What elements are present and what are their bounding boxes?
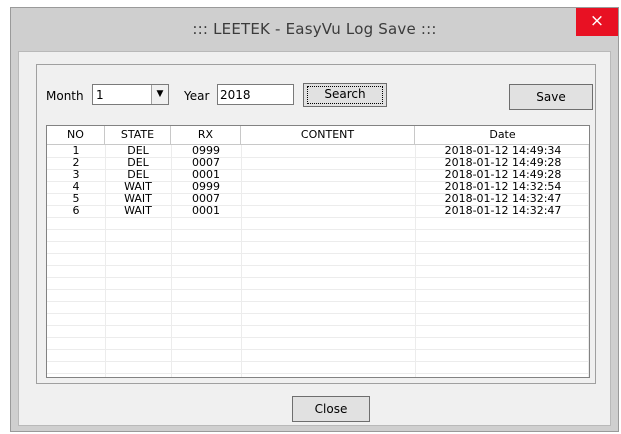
row-gridline [47,361,589,362]
row-gridline [47,325,589,326]
row-gridline [47,289,589,290]
row-gridline [47,337,589,338]
month-select[interactable]: 1 ▼ [92,84,169,105]
search-button[interactable]: Search [303,83,387,107]
cell-content [241,169,415,181]
search-button-label: Search [324,87,366,101]
year-label: Year [184,89,210,103]
table-row[interactable]: 6 WAIT 0001 2018-01-12 14:32:47 [47,205,589,217]
cell-content [241,205,415,217]
row-gridline [47,241,589,242]
cell-content [241,145,415,157]
close-icon: × [589,11,605,31]
save-button-label: Save [536,90,566,104]
window-close-button[interactable]: × [576,8,618,36]
row-gridline [47,253,589,254]
column-header-state[interactable]: STATE [105,126,171,144]
row-gridline [47,301,589,302]
list-header: NO STATE RX CONTENT Date [47,126,589,145]
row-gridline [47,349,589,350]
row-gridline [47,313,589,314]
row-gridline [47,277,589,278]
cell-no: 6 [72,204,80,217]
cell-content [241,193,415,205]
dropdown-arrow-icon[interactable]: ▼ [151,85,168,104]
dialog-window: ::: LEETEK - EasyVu Log Save ::: × Month… [10,7,619,432]
log-list[interactable]: NO STATE RX CONTENT Date 1 DEL 0999 2018… [46,125,590,378]
save-button[interactable]: Save [509,84,593,110]
row-gridline [47,229,589,230]
close-button-label: Close [314,402,348,416]
cell-date: 2018-01-12 14:32:47 [444,204,562,217]
column-header-no[interactable]: NO [47,126,105,144]
column-header-rx[interactable]: RX [171,126,241,144]
row-gridline [47,265,589,266]
column-header-content[interactable]: CONTENT [241,126,415,144]
cell-content [241,181,415,193]
title-bar: ::: LEETEK - EasyVu Log Save ::: × [11,8,618,50]
year-input[interactable] [217,84,294,105]
month-value: 1 [96,88,104,102]
dialog-client-area: Month 1 ▼ Year Search Save NO STATE RX C… [18,51,611,426]
column-header-date[interactable]: Date [415,126,589,144]
log-group-box: Month 1 ▼ Year Search Save NO STATE RX C… [36,64,596,384]
window-title: ::: LEETEK - EasyVu Log Save ::: [192,20,437,38]
month-label: Month [46,89,84,103]
row-gridline [47,217,589,218]
cell-content [241,157,415,169]
cell-state: WAIT [124,204,152,217]
cell-rx: 0001 [192,204,220,217]
row-gridline [47,373,589,374]
close-button[interactable]: Close [292,396,370,422]
